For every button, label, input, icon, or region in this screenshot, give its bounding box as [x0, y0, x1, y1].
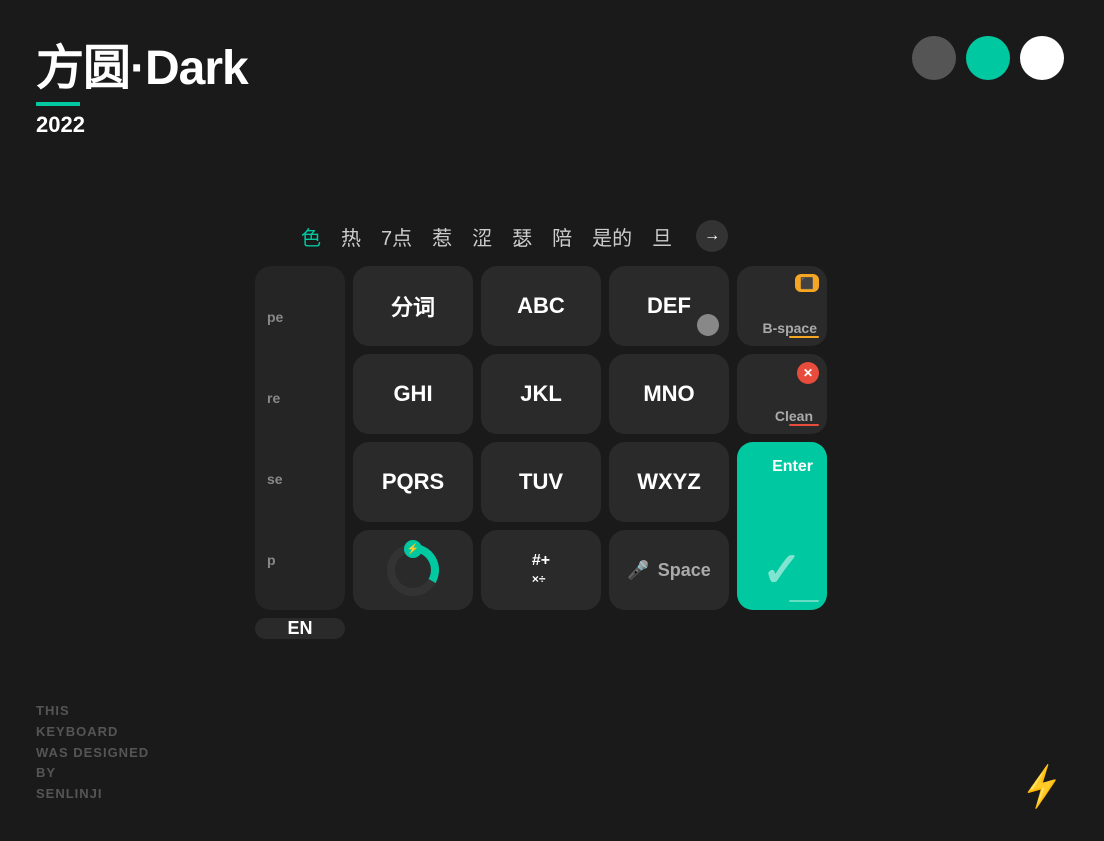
enter-underline: [789, 600, 819, 602]
key-def[interactable]: DEF: [609, 266, 729, 346]
suggestion-item-0[interactable]: 色: [301, 222, 321, 251]
def-slider: [697, 314, 719, 336]
clean-badge: ✕: [797, 362, 819, 384]
key-abc[interactable]: ABC: [481, 266, 601, 346]
suggestion-item-8[interactable]: 旦: [652, 222, 672, 251]
logo-icon: ⚡: [1015, 761, 1069, 813]
key-space[interactable]: 🎤 Space: [609, 530, 729, 610]
clean-label: Clean: [775, 408, 813, 424]
lang-label: EN: [287, 618, 312, 639]
year-label: 2022: [36, 112, 248, 138]
key-symbol[interactable]: #+×÷: [481, 530, 601, 610]
suggestion-arrow[interactable]: →: [696, 220, 728, 252]
white-theme-circle[interactable]: [1020, 36, 1064, 80]
suggestion-item-3[interactable]: 惹: [432, 222, 452, 251]
key-ghi[interactable]: GHI: [353, 354, 473, 434]
key-tuv[interactable]: TUV: [481, 442, 601, 522]
keyboard-grid: pe re se p 分词 ABC DEF ⬛ B-space GHI: [255, 266, 827, 639]
key-mno[interactable]: MNO: [609, 354, 729, 434]
bspace-underline: [789, 336, 819, 338]
keyboard-wrapper: 色 热 7点 惹 涩 瑟 陪 是的 旦 → pe re se p 分词 ABC …: [255, 220, 827, 639]
teal-theme-circle[interactable]: [966, 36, 1010, 80]
dark-theme-circle[interactable]: [912, 36, 956, 80]
suggestion-item-2[interactable]: 7点: [381, 222, 412, 251]
suggestion-row: 色 热 7点 惹 涩 瑟 陪 是的 旦 →: [255, 220, 827, 252]
sidebar-text-pe: pe: [267, 309, 283, 325]
key-pqrs[interactable]: PQRS: [353, 442, 473, 522]
key-bspace[interactable]: ⬛ B-space: [737, 266, 827, 346]
clean-underline: [789, 424, 819, 426]
header: 方圆·Dark 2022: [36, 28, 248, 138]
key-clean[interactable]: ✕ Clean: [737, 354, 827, 434]
sidebar-text-p: p: [267, 552, 276, 568]
key-power[interactable]: ⚡: [353, 530, 473, 610]
sidebar-text-se: se: [267, 471, 283, 487]
enter-label: Enter: [772, 458, 813, 476]
suggestion-item-7[interactable]: 是的: [592, 222, 632, 251]
bspace-label: B-space: [763, 320, 817, 336]
title-underline: [36, 102, 80, 106]
theme-circles: [912, 36, 1064, 80]
bottom-text: THIS KEYBOARD WAS DESIGNED BY SENLINJI: [36, 701, 149, 805]
key-fenci[interactable]: 分词: [353, 266, 473, 346]
mic-icon: 🎤: [627, 560, 649, 581]
suggestion-item-6[interactable]: 陪: [552, 222, 572, 251]
key-lang[interactable]: EN: [255, 618, 345, 639]
enter-checkmark: ✓: [762, 542, 802, 598]
suggestion-item-4[interactable]: 涩: [472, 222, 492, 251]
key-jkl[interactable]: JKL: [481, 354, 601, 434]
suggestion-item-1[interactable]: 热: [341, 222, 361, 251]
power-icon: ⚡: [404, 540, 422, 558]
bspace-badge: ⬛: [795, 274, 819, 292]
key-wxyz[interactable]: WXYZ: [609, 442, 729, 522]
brand-logo: ⚡: [1020, 765, 1064, 809]
space-label: Space: [658, 560, 711, 581]
sidebar-text-re: re: [267, 390, 280, 406]
symbol-label: #+×÷: [532, 552, 550, 588]
sidebar-key[interactable]: pe re se p: [255, 266, 345, 610]
suggestion-item-5[interactable]: 瑟: [512, 222, 532, 251]
page-title: 方圆·Dark: [36, 28, 248, 98]
key-enter[interactable]: Enter ✓: [737, 442, 827, 610]
